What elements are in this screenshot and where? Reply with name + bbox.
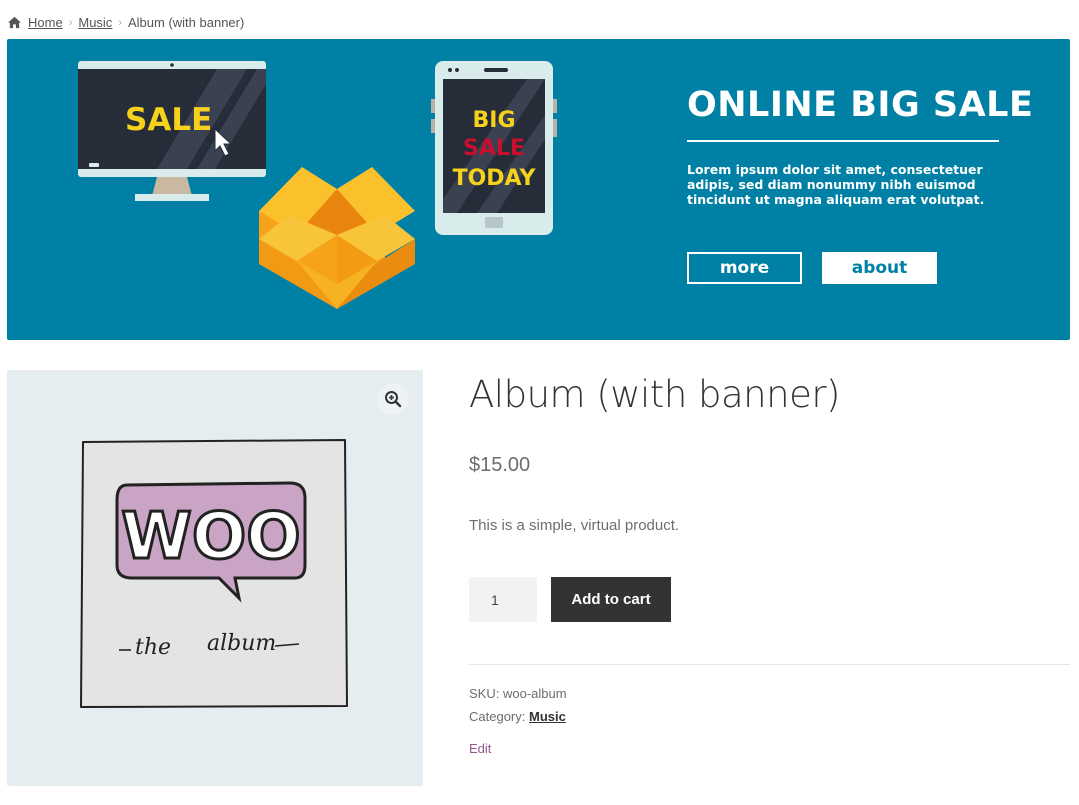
sku-value: woo-album (502, 686, 567, 701)
quantity-input[interactable] (469, 577, 537, 622)
category-row: Category: Music (469, 705, 1070, 728)
breadcrumb-separator: › (68, 16, 73, 29)
product-title: Album (with banner) (469, 373, 841, 416)
monitor-sale-text: SALE (125, 102, 212, 138)
breadcrumb: Home › Music › Album (with banner) (7, 15, 244, 30)
add-to-cart-form: Add to cart (469, 577, 1070, 622)
product-gallery[interactable]: WOO the album (7, 370, 423, 786)
banner-text: Lorem ipsum dolor sit amet, consectetuer… (687, 162, 985, 207)
product-price: $15.00 (469, 454, 531, 476)
banner-illustration: SALE BIG SALE TODAY (78, 61, 557, 309)
phone-illustration: BIG SALE TODAY (431, 61, 557, 235)
home-icon (8, 16, 21, 29)
breadcrumb-music-link[interactable]: Music (78, 15, 112, 30)
album-cover-image: WOO the album (80, 439, 348, 708)
phone-today-text: TODAY (453, 166, 537, 191)
banner-divider (687, 140, 999, 142)
box-illustration (259, 167, 415, 309)
album-logo-text: WOO (121, 500, 300, 574)
breadcrumb-current: Album (with banner) (127, 15, 245, 30)
divider (469, 664, 1070, 665)
phone-sale-text: SALE (463, 136, 525, 161)
category-label: Category: (469, 709, 526, 724)
promo-banner[interactable]: SALE BIG SALE TODAY ONLINE BIG SALE Lore… (7, 39, 1070, 340)
album-caption-the: the (135, 635, 171, 660)
product-summary: Album (with banner) $15.00 This is a sim… (469, 370, 1070, 756)
zoom-button[interactable] (377, 383, 409, 415)
banner-more-button[interactable]: more (687, 252, 802, 284)
product-description: This is a simple, virtual product. (469, 517, 680, 534)
edit-link[interactable]: Edit (469, 741, 1070, 756)
breadcrumb-home-link[interactable]: Home (28, 15, 63, 30)
banner-about-button[interactable]: about (822, 252, 937, 284)
breadcrumb-separator: › (118, 16, 122, 29)
product-meta: SKU: woo-album Category: Music (469, 682, 1070, 728)
zoom-in-icon (385, 391, 402, 408)
add-to-cart-button[interactable]: Add to cart (551, 577, 671, 622)
phone-big-text: BIG (472, 108, 515, 133)
banner-title: ONLINE BIG SALE (687, 85, 1034, 125)
monitor-illustration: SALE (78, 61, 266, 201)
sku-row: SKU: woo-album (469, 682, 1070, 705)
category-link[interactable]: Music (529, 709, 566, 724)
album-caption-album: album (207, 631, 276, 656)
sku-label: SKU: (469, 686, 500, 701)
